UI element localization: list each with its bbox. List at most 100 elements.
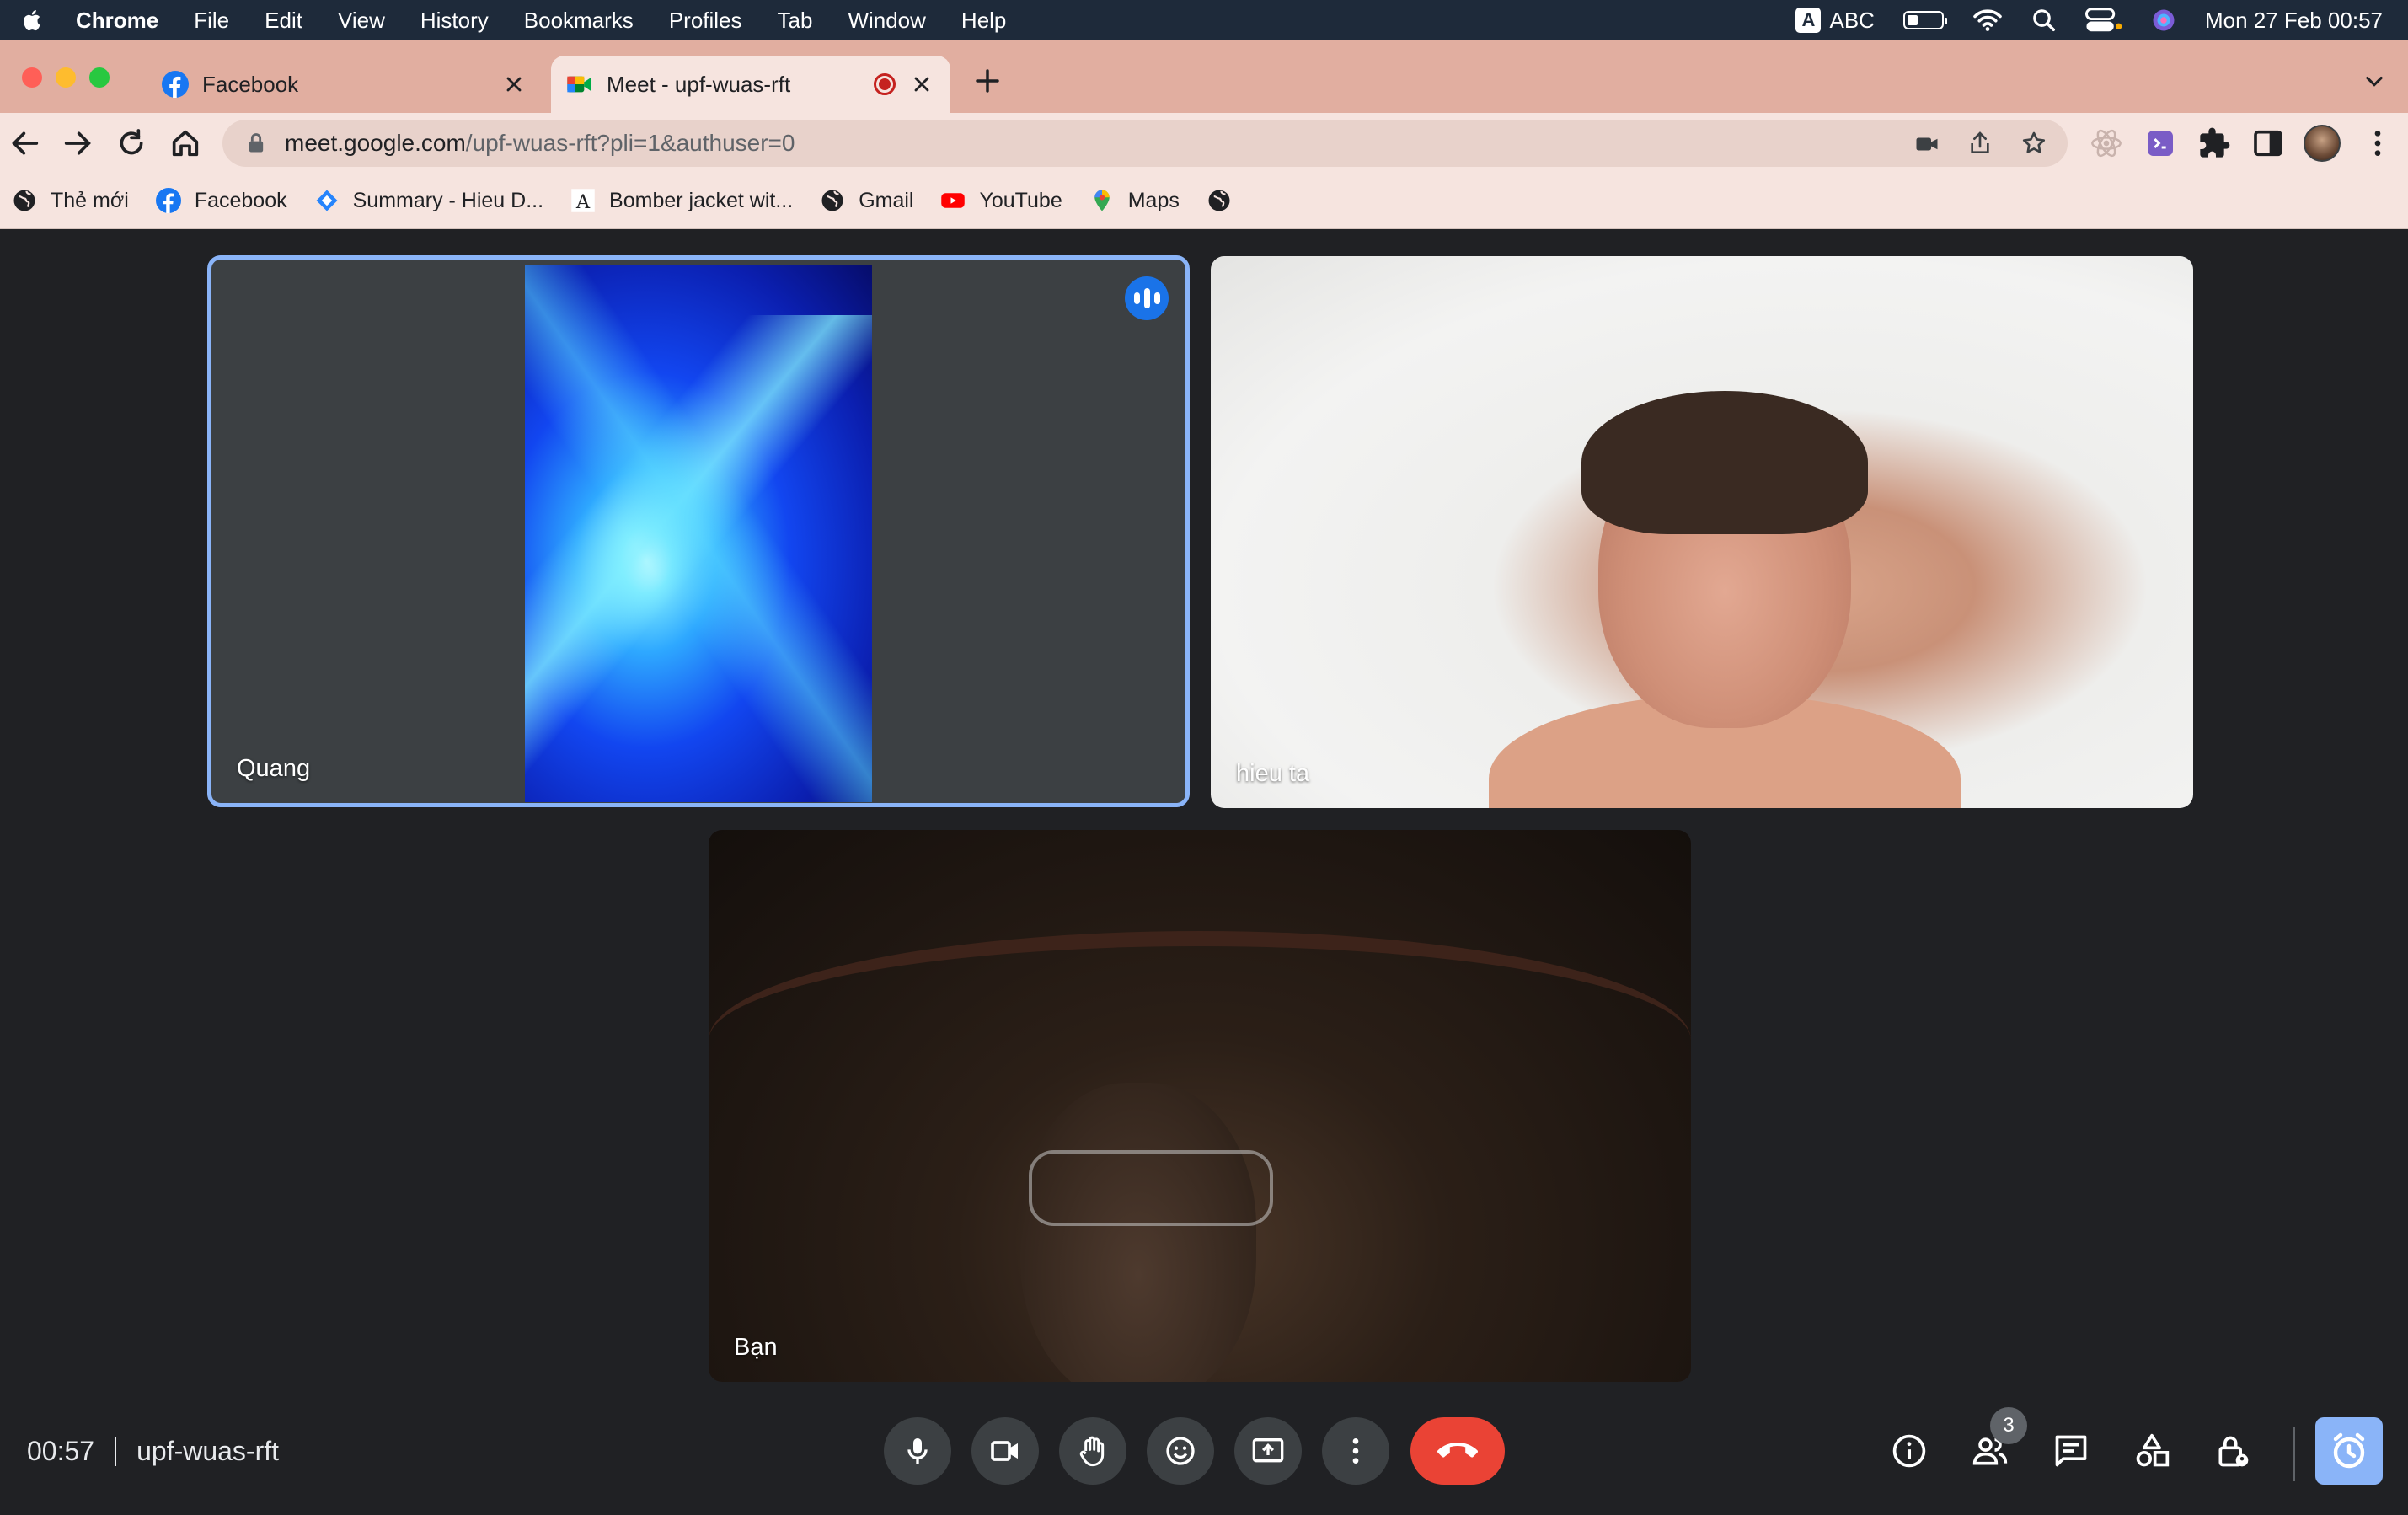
tab-facebook[interactable]: Facebook — [148, 56, 543, 113]
close-tab-icon[interactable] — [910, 72, 934, 96]
browser-toolbar: meet.google.com/upf-wuas-rft?pli=1&authu… — [0, 113, 2408, 174]
participant-tile-hieu-ta[interactable]: hieu ta — [1211, 256, 2193, 808]
participant-video-hair — [1581, 391, 1868, 534]
bookmarks-bar: Thẻ mới Facebook Summary - Hieu D... A B… — [0, 174, 2408, 229]
menu-history[interactable]: History — [420, 8, 489, 34]
profile-avatar[interactable] — [2304, 125, 2341, 162]
emoji-reaction-button[interactable] — [1147, 1417, 1214, 1485]
menu-profiles[interactable]: Profiles — [669, 8, 742, 34]
globe-icon — [13, 190, 35, 211]
siri-icon[interactable] — [2151, 8, 2176, 33]
leave-call-button[interactable] — [1410, 1417, 1505, 1485]
window-minimize-button[interactable] — [56, 67, 76, 88]
window-close-button[interactable] — [22, 67, 42, 88]
side-panel-icon[interactable] — [2251, 126, 2285, 160]
more-options-icon — [1352, 1438, 1359, 1464]
control-center-icon[interactable] — [2084, 8, 2122, 33]
meeting-code: upf-wuas-rft — [136, 1436, 280, 1466]
home-icon[interactable] — [169, 126, 202, 160]
bookmark-facebook[interactable]: Facebook — [155, 188, 287, 213]
menubar-clock[interactable]: Mon 27 Feb 00:57 — [2205, 8, 2383, 34]
bookmark-summary[interactable]: Summary - Hieu D... — [314, 188, 543, 213]
share-icon[interactable] — [1967, 130, 1993, 157]
wifi-icon[interactable] — [1972, 8, 2003, 33]
maps-pin-icon — [1094, 190, 1110, 211]
participant-video-face — [1020, 1083, 1256, 1382]
devtools-extension-icon[interactable] — [2143, 126, 2177, 160]
present-screen-button[interactable] — [1234, 1417, 1302, 1485]
react-devtools-extension-icon[interactable] — [2090, 126, 2123, 160]
emoji-icon — [1166, 1437, 1195, 1465]
reload-icon[interactable] — [115, 126, 148, 160]
tab-meet[interactable]: Meet - upf-wuas-rft — [551, 56, 950, 113]
menu-tab[interactable]: Tab — [778, 8, 813, 34]
info-icon — [1892, 1434, 1926, 1468]
participant-name: hieu ta — [1236, 760, 1310, 787]
chrome-menu-kebab-icon[interactable] — [2361, 126, 2395, 160]
bookmark-maps[interactable]: Maps — [1089, 188, 1180, 213]
url-text: meet.google.com/upf-wuas-rft?pli=1&authu… — [285, 130, 795, 157]
apple-icon[interactable] — [20, 8, 45, 33]
bookmark-label: Summary - Hieu D... — [352, 188, 544, 212]
participant-tile-self[interactable]: Bạn — [709, 830, 1691, 1382]
chat-button[interactable] — [2046, 1426, 2096, 1476]
tab-search-chevron-down-icon[interactable] — [2363, 69, 2386, 93]
bookmark-new-tab[interactable]: Thẻ mới — [12, 188, 129, 213]
timer-icon — [2333, 1432, 2365, 1469]
bookmark-untitled[interactable] — [1207, 188, 1245, 213]
menu-view[interactable]: View — [338, 8, 385, 34]
more-options-button[interactable] — [1322, 1417, 1389, 1485]
raise-hand-button[interactable] — [1059, 1417, 1126, 1485]
bookmark-bomber-jacket[interactable]: A Bomber jacket wit... — [570, 188, 793, 213]
facebook-icon — [162, 71, 189, 98]
bookmark-label: Bomber jacket wit... — [609, 188, 794, 212]
menu-bookmarks[interactable]: Bookmarks — [524, 8, 634, 34]
lock-icon[interactable] — [244, 131, 268, 155]
menubar-status-area: A ABC Mon 27 Feb 00:57 — [1795, 0, 2383, 40]
browser-tab-strip: Facebook Meet - upf-wuas-rft — [0, 40, 2408, 113]
input-source-menu[interactable]: A ABC — [1795, 7, 1875, 34]
close-tab-icon[interactable] — [502, 72, 526, 96]
microphone-button[interactable] — [884, 1417, 951, 1485]
input-source-badge: A — [1795, 8, 1822, 33]
globe-icon — [821, 190, 843, 211]
extensions-puzzle-icon[interactable] — [2197, 126, 2231, 160]
participant-tile-quang[interactable]: Quang — [207, 255, 1190, 807]
participant-name: Quang — [237, 755, 311, 782]
activities-button[interactable] — [2127, 1426, 2177, 1476]
bookmark-gmail[interactable]: Gmail — [820, 188, 913, 213]
a-serif-icon: A — [571, 189, 595, 213]
camera-in-use-icon[interactable] — [1914, 131, 1940, 157]
raise-hand-icon — [1079, 1436, 1105, 1467]
menu-file[interactable]: File — [194, 8, 229, 34]
battery-icon[interactable] — [1902, 11, 1947, 29]
host-controls-button[interactable] — [2207, 1426, 2258, 1476]
input-source-label: ABC — [1829, 7, 1875, 33]
spotlight-search-icon[interactable] — [2031, 8, 2057, 33]
tab-title: Facebook — [202, 71, 299, 97]
forward-arrow-icon[interactable] — [61, 126, 94, 160]
url-host: meet.google.com — [285, 130, 466, 156]
recording-indicator-icon — [874, 73, 896, 95]
menu-app-name[interactable]: Chrome — [76, 8, 158, 34]
new-tab-icon[interactable] — [974, 67, 1001, 94]
bookmark-star-icon[interactable] — [2020, 130, 2047, 157]
meeting-clock: 00:57 — [27, 1436, 95, 1466]
divider — [2293, 1427, 2295, 1481]
bookmark-label: Gmail — [859, 188, 914, 212]
meet-control-bar: 00:57 upf-wuas-rft 3 — [0, 1407, 2408, 1515]
present-screen-icon — [1252, 1438, 1284, 1463]
participant-video — [525, 265, 872, 802]
bookmark-youtube[interactable]: YouTube — [940, 188, 1062, 213]
participant-count-badge: 3 — [1990, 1407, 2027, 1444]
window-zoom-button[interactable] — [89, 67, 110, 88]
camera-button[interactable] — [971, 1417, 1039, 1485]
divider — [115, 1437, 117, 1466]
menu-help[interactable]: Help — [961, 8, 1006, 34]
meeting-details-button[interactable] — [1884, 1426, 1934, 1476]
menu-edit[interactable]: Edit — [265, 8, 302, 34]
address-bar[interactable]: meet.google.com/upf-wuas-rft?pli=1&authu… — [222, 120, 2068, 167]
back-arrow-icon[interactable] — [8, 126, 42, 160]
timer-button[interactable] — [2315, 1417, 2383, 1485]
menu-window[interactable]: Window — [848, 8, 925, 34]
